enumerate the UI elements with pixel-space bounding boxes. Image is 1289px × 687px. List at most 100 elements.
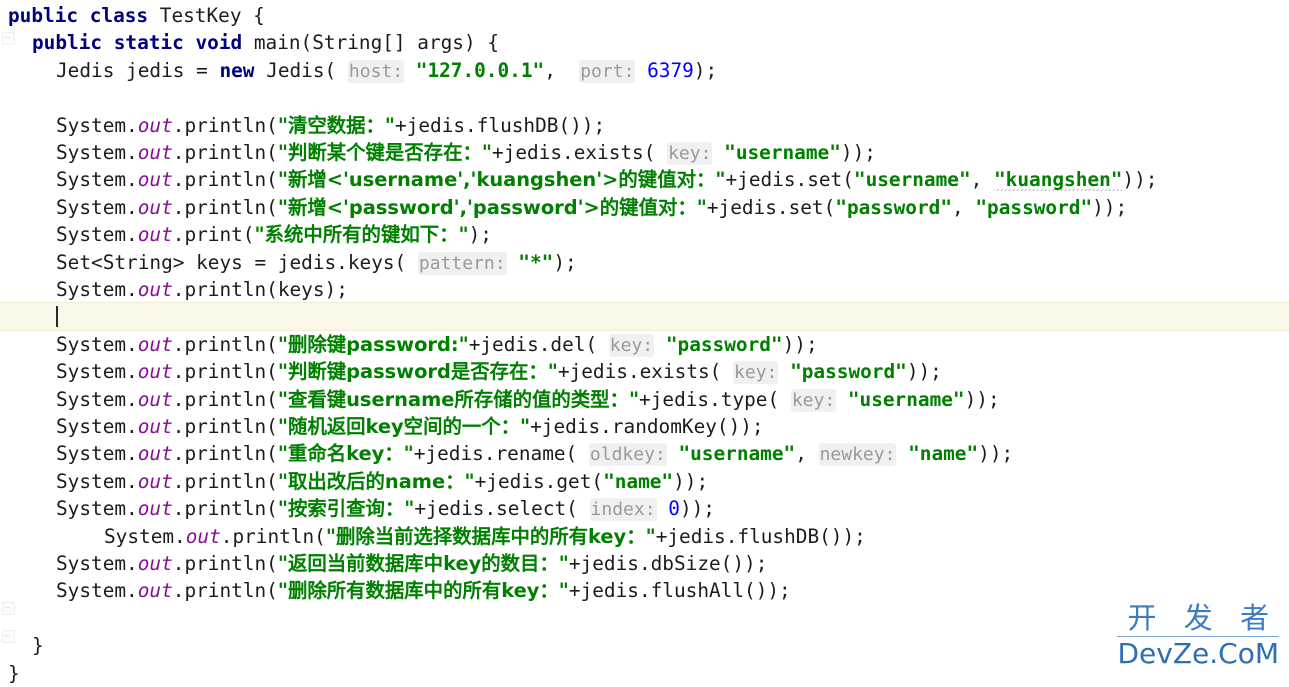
code-line[interactable]: System.out.println(keys); [0,276,1289,303]
strcn-token: "重命名key：" [277,442,414,466]
code-surface[interactable]: public class TestKey {public static void… [0,0,1289,685]
field-token: out [137,195,173,219]
plain-token: Jedis( [254,58,348,82]
str-token: "password" [665,332,783,356]
code-line[interactable] [0,605,1289,632]
plain-token: )); [1092,195,1128,219]
plain-token: System. [56,223,138,247]
plain-token: +jedis.set( [706,195,836,219]
hint-token: key: [733,361,779,385]
watermark-en-text: DevZe.CoM [1117,637,1279,670]
plain-token: .println( [172,360,278,384]
code-line[interactable]: public static void main(String[] args) { [0,29,1289,56]
str-token: "*" [518,250,554,274]
code-line[interactable]: System.out.print("系统中所有的键如下："); [0,221,1289,248]
plain-token: +jedis.select( [414,497,590,521]
code-line[interactable]: Set<String> keys = jedis.keys( pattern: … [0,249,1289,276]
plain-token: System. [56,552,138,575]
code-line[interactable]: System.out.println("删除所有数据库中的所有key："+jed… [0,577,1289,604]
plain-token: , [952,195,976,219]
plain-token: +jedis.type( [639,387,791,411]
plain-token: System. [104,524,186,548]
field-token: out [137,552,173,575]
code-line[interactable]: System.out.println("查看键username所存储的值的类型：… [0,386,1289,413]
field-token: out [137,223,173,247]
str-token: "username" [678,442,796,466]
field-token: out [137,360,173,384]
plain-token: Jedis jedis = [56,58,220,82]
plain-token: ); [553,250,577,274]
plain-token: .println( [172,415,278,438]
num-token: 6379 [647,58,694,82]
plain-token: main(String[] args) { [242,31,500,55]
plain-token: +jedis.flushDB()); [655,524,866,548]
code-line[interactable] [0,303,1289,330]
plain-token: System. [56,497,138,521]
kw-token: new [219,58,255,82]
kw-token: class [89,4,149,27]
watermark: 开 发 者 DevZe.CoM [1117,601,1279,669]
plain-token: )); [673,469,709,493]
field-token: out [137,168,173,192]
code-line[interactable]: System.out.println("新增<'username','kuang… [0,166,1289,193]
code-line[interactable]: Jedis jedis = new Jedis( host: "127.0.0.… [0,57,1289,84]
plain-token: +jedis.exists( [491,141,668,164]
plain-token: System. [56,387,138,411]
strcn-token: "随机返回key空间的一个：" [277,415,531,438]
plain-token: )); [978,442,1014,466]
plain-token: .println( [172,387,278,411]
code-line[interactable]: System.out.println("新增<'password','passw… [0,194,1289,221]
str-token: "username" [724,141,841,164]
code-line[interactable]: System.out.println("删除键password:"+jedis.… [0,331,1289,358]
code-line[interactable]: } [0,660,1289,687]
strcn-token: "返回当前数据库中key的数目：" [277,552,569,575]
plain-token: , [970,168,994,192]
code-editor[interactable]: public class TestKey {public static void… [0,0,1289,685]
plain-token: } [8,661,20,685]
field-token: out [137,332,173,356]
field-token: out [137,497,173,521]
code-line[interactable] [0,84,1289,111]
code-line[interactable]: System.out.println("重命名key："+jedis.renam… [0,440,1289,467]
plain-token: .print( [172,223,255,247]
strcn-token: "清空数据：" [277,113,396,137]
str-token: "password" [975,195,1093,219]
code-line[interactable]: System.out.println("返回当前数据库中key的数目："+jed… [0,550,1289,577]
str-token: "password" [835,195,953,219]
hint-token: key: [608,333,655,357]
plain-token: System. [56,332,138,356]
code-line[interactable]: System.out.println("取出改后的name："+jedis.ge… [0,468,1289,495]
plain-token: +jedis.rename( [413,442,589,466]
code-line[interactable]: public class TestKey { [0,2,1289,29]
plain-token: System. [56,195,138,219]
strcn-token: "按索引查询：" [277,497,415,521]
watermark-cn-text: 开 发 者 [1127,601,1278,635]
hint-token: pattern: [417,251,507,275]
strcn-token: "删除当前选择数据库中的所有key：" [325,524,656,548]
strcn-token: "删除键password:" [277,332,469,356]
plain-token: ); [468,223,492,247]
plain-token: .println(keys); [172,278,348,301]
code-line[interactable]: System.out.println("清空数据："+jedis.flushDB… [0,112,1289,139]
plain-token: .println( [220,524,326,548]
plain-token: System. [56,141,138,164]
code-line[interactable]: } [0,632,1289,659]
plain-token: .println( [172,168,278,192]
plain-token: +jedis.set( [725,168,854,192]
plain-token: System. [56,579,138,603]
hint-token: newkey: [818,443,897,467]
code-line[interactable]: System.out.println("按索引查询："+jedis.select… [0,495,1289,522]
str-token: "password" [790,360,907,384]
strcn-token: "取出改后的name：" [277,469,475,493]
plain-token: System. [56,113,138,137]
code-line[interactable]: System.out.println("随机返回key空间的一个："+jedis… [0,413,1289,440]
plain-token: )); [1122,168,1158,192]
code-line[interactable]: System.out.println("删除当前选择数据库中的所有key："+j… [0,523,1289,550]
code-line[interactable]: System.out.println("判断某个键是否存在："+jedis.ex… [0,139,1289,166]
plain-token: System. [56,469,138,493]
strcn-token: "查看键username所存储的值的类型：" [277,387,640,411]
code-line[interactable]: System.out.println("判断键password是否存在："+je… [0,358,1289,385]
